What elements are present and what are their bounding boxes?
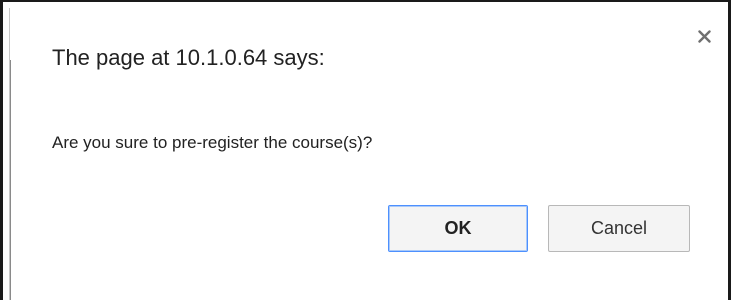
dialog-title: The page at 10.1.0.64 says: <box>52 45 325 70</box>
alert-dialog: The page at 10.1.0.64 says: Are you sure… <box>12 9 728 300</box>
window-border-top <box>0 0 731 2</box>
page-edge-shadow <box>10 60 11 300</box>
dialog-message: Are you sure to pre-register the course(… <box>52 133 373 152</box>
cancel-button[interactable]: Cancel <box>548 205 690 252</box>
window-border-left <box>0 0 3 300</box>
browser-viewport: The page at 10.1.0.64 says: Are you sure… <box>0 0 731 300</box>
close-button[interactable] <box>692 27 716 51</box>
ok-button[interactable]: OK <box>388 205 528 252</box>
close-icon <box>697 30 711 48</box>
